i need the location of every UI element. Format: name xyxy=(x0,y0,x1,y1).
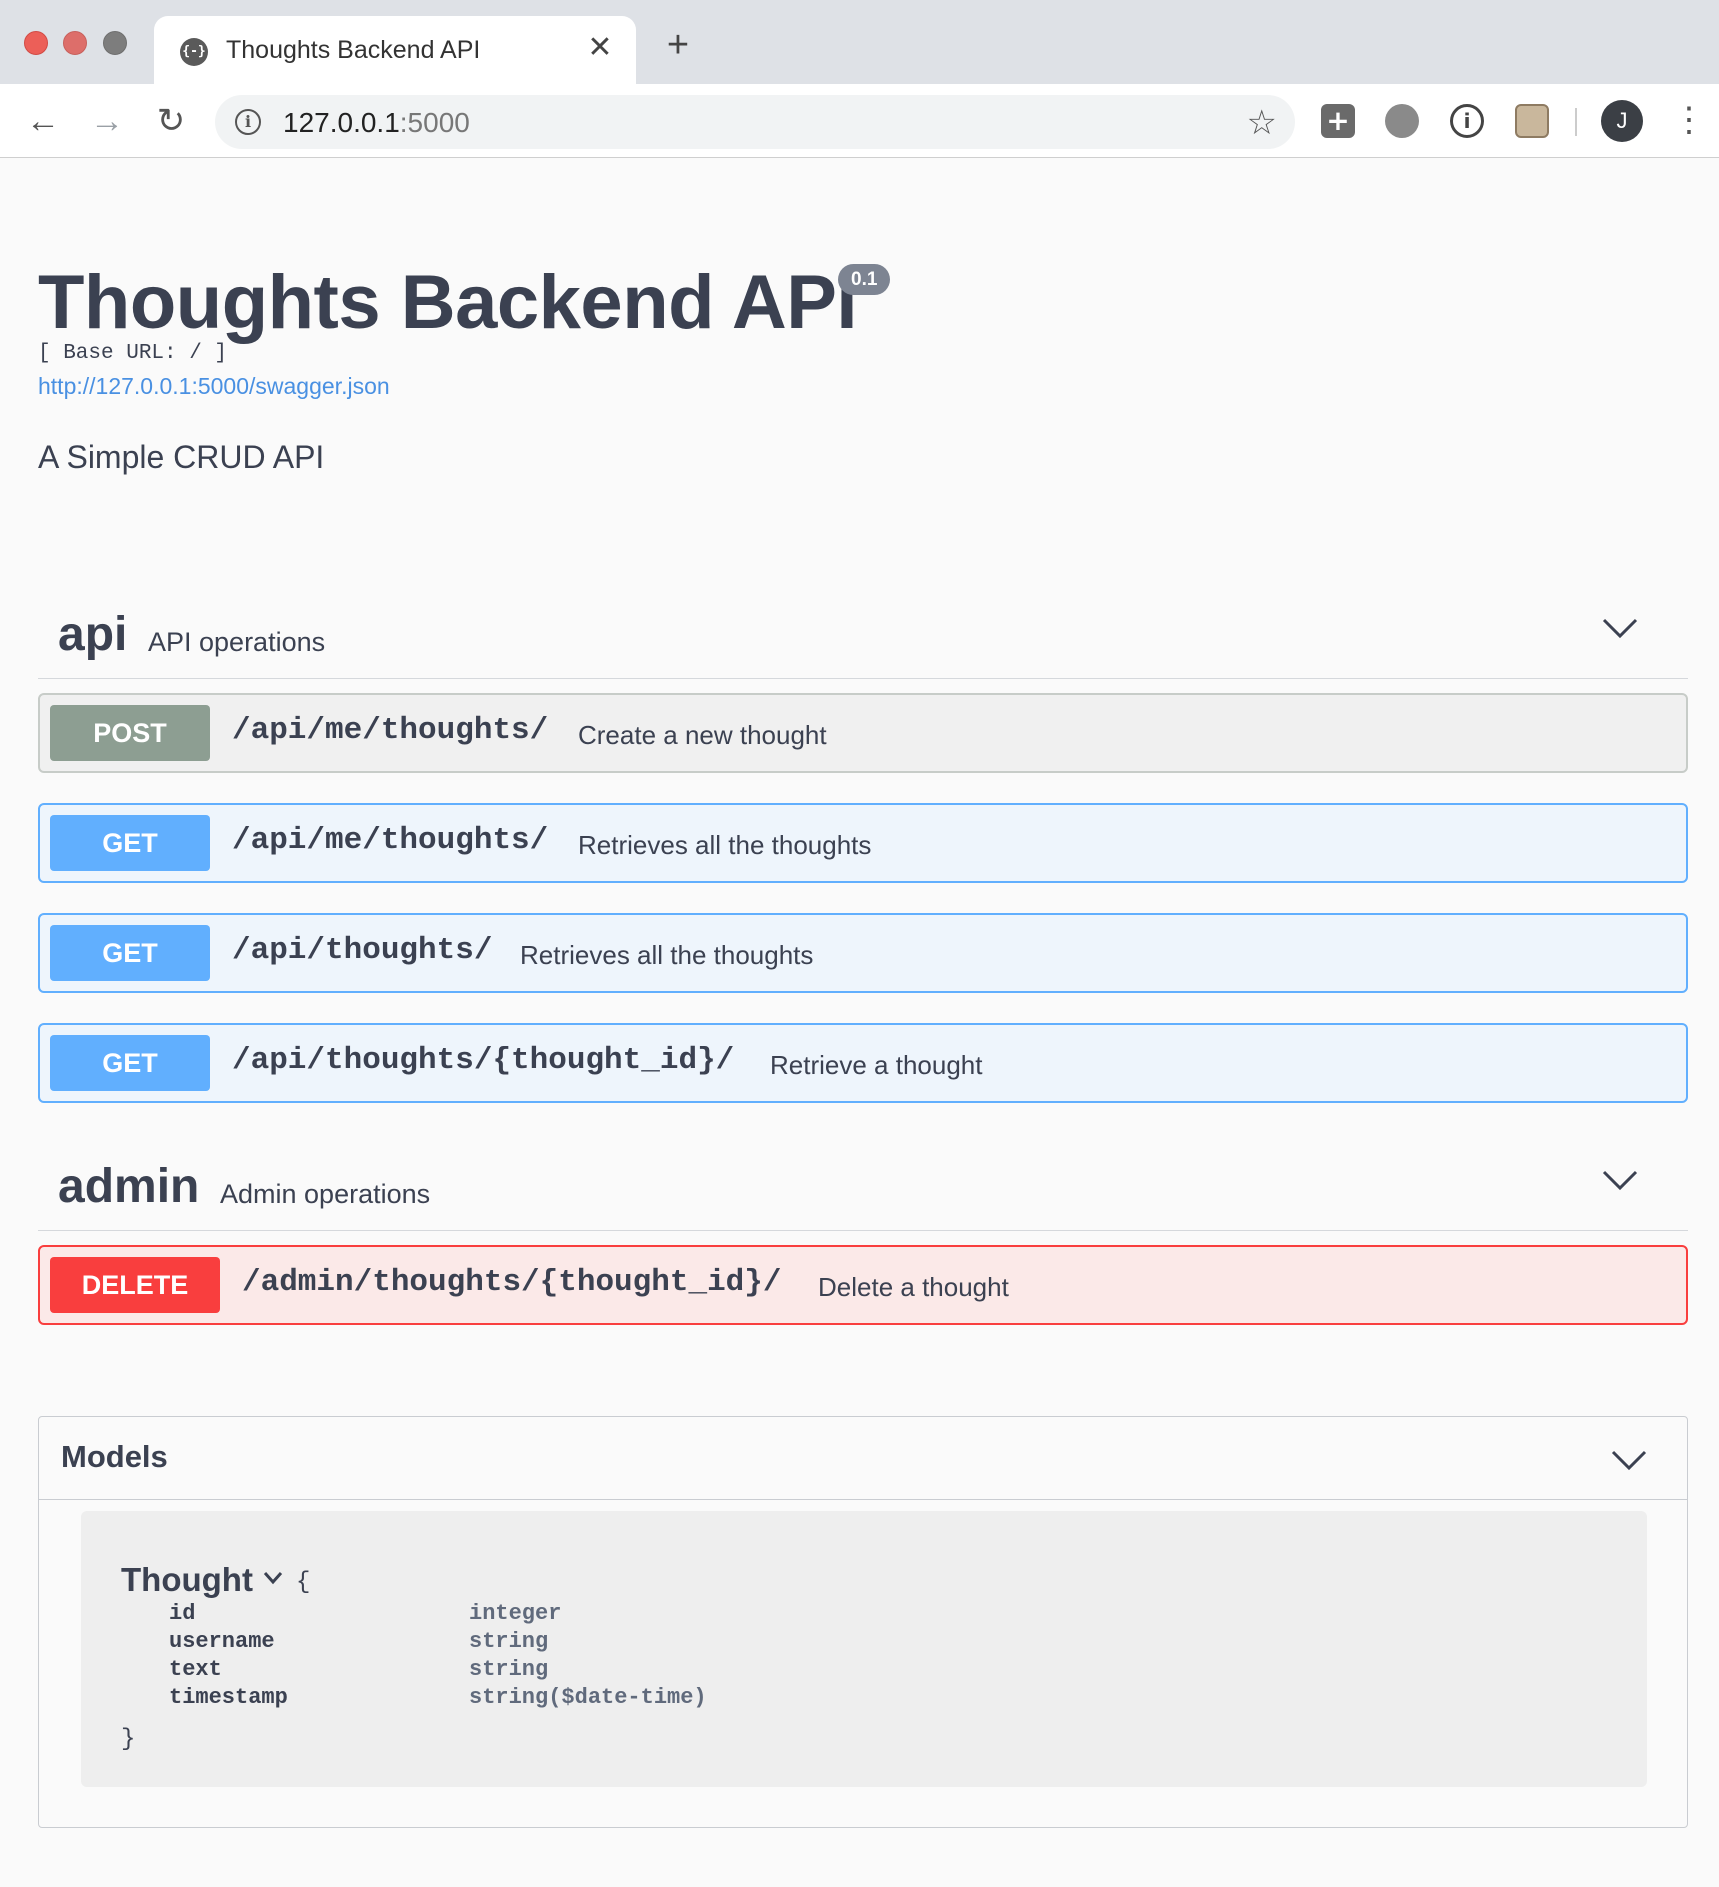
chevron-down-icon[interactable] xyxy=(263,1571,283,1585)
info-icon[interactable]: i xyxy=(235,109,261,135)
extension-globe-icon[interactable] xyxy=(1385,104,1419,138)
base-url: [ Base URL: / ] xyxy=(38,342,228,365)
property-name: timestamp xyxy=(169,1685,288,1710)
swagger-favicon-icon: {-} xyxy=(180,38,208,66)
model-property-row: id integer xyxy=(169,1601,969,1629)
tag-section-api[interactable]: api API operations xyxy=(38,585,1688,679)
toolbar-divider xyxy=(1575,108,1577,136)
property-name: username xyxy=(169,1629,275,1654)
operation-summary: Create a new thought xyxy=(578,720,827,750)
operation-path: /api/thoughts/ xyxy=(232,933,493,968)
browser-tabstrip: {-} Thoughts Backend API ✕ + xyxy=(0,0,1719,84)
operation-path: /admin/thoughts/{thought_id}/ xyxy=(242,1265,782,1300)
method-badge: GET xyxy=(50,1035,210,1091)
property-type: integer xyxy=(469,1601,562,1626)
models-header[interactable]: Models xyxy=(39,1417,1687,1500)
tag-description: API operations xyxy=(148,627,326,657)
tag-name: api xyxy=(58,608,128,661)
browser-toolbar: ← → ↻ i 127.0.0.1:5000 ☆ + i J ⋮ xyxy=(0,84,1719,158)
address-bar[interactable]: i 127.0.0.1:5000 ☆ xyxy=(215,95,1295,149)
operation-path: /api/thoughts/{thought_id}/ xyxy=(232,1043,735,1078)
model-open-brace: { xyxy=(296,1569,311,1596)
url-host: 127.0.0.1 xyxy=(283,107,400,138)
tag-section-admin[interactable]: admin Admin operations xyxy=(38,1137,1688,1231)
star-icon[interactable]: ☆ xyxy=(1247,103,1277,143)
reload-icon[interactable]: ↻ xyxy=(146,96,196,146)
operation-get-thought-by-id[interactable]: GET /api/thoughts/{thought_id}/ Retrieve… xyxy=(38,1023,1688,1103)
operation-get-thoughts[interactable]: GET /api/thoughts/ Retrieves all the tho… xyxy=(38,913,1688,993)
extension-robot-icon[interactable] xyxy=(1515,104,1549,138)
operation-delete-thought[interactable]: DELETE /admin/thoughts/{thought_id}/ Del… xyxy=(38,1245,1688,1325)
method-badge: GET xyxy=(50,815,210,871)
property-name: id xyxy=(169,1601,196,1626)
models-title: Models xyxy=(61,1439,168,1474)
property-type: string xyxy=(469,1657,549,1682)
url-text: 127.0.0.1:5000 xyxy=(283,107,470,139)
version-badge: 0.1 xyxy=(838,264,891,295)
tag-name: admin xyxy=(58,1160,200,1213)
operation-post-me-thoughts[interactable]: POST /api/me/thoughts/ Create a new thou… xyxy=(38,693,1688,773)
tab-title: Thoughts Backend API xyxy=(226,36,481,64)
window-minimize-button[interactable] xyxy=(63,31,87,55)
plus-icon[interactable]: + xyxy=(660,26,696,64)
forward-arrow-icon[interactable]: → xyxy=(82,96,132,146)
model-property-row: text string xyxy=(169,1657,969,1685)
model-thought: Thought { id integer username string tex… xyxy=(81,1511,1647,1787)
avatar[interactable]: J xyxy=(1601,100,1643,142)
swagger-page: Thoughts Backend API 0.1 [ Base URL: / ]… xyxy=(0,159,1719,1887)
models-section: Models Thought { id integer username str… xyxy=(38,1416,1688,1828)
chevron-down-icon[interactable] xyxy=(1602,1169,1638,1191)
page-title: Thoughts Backend API xyxy=(38,260,858,345)
chevron-down-icon[interactable] xyxy=(1611,1449,1647,1471)
model-property-row: timestamp string($date-time) xyxy=(169,1685,969,1713)
model-property-row: username string xyxy=(169,1629,969,1657)
model-name[interactable]: Thought xyxy=(121,1561,253,1599)
back-arrow-icon[interactable]: ← xyxy=(18,96,68,146)
extension-password-icon[interactable]: i xyxy=(1450,104,1484,138)
tag-description: Admin operations xyxy=(220,1179,431,1209)
browser-tab-active[interactable]: {-} Thoughts Backend API ✕ xyxy=(154,16,636,84)
operation-summary: Retrieve a thought xyxy=(770,1050,983,1080)
operation-summary: Retrieves all the thoughts xyxy=(520,940,814,970)
operation-path: /api/me/thoughts/ xyxy=(232,713,549,748)
chevron-down-icon[interactable] xyxy=(1602,617,1638,639)
property-type: string($date-time) xyxy=(469,1685,707,1710)
method-badge: POST xyxy=(50,705,210,761)
close-icon[interactable]: ✕ xyxy=(582,30,618,66)
operation-summary: Delete a thought xyxy=(818,1272,1009,1302)
extension-plus-icon[interactable]: + xyxy=(1321,104,1355,138)
api-description: A Simple CRUD API xyxy=(38,439,325,475)
operation-path: /api/me/thoughts/ xyxy=(232,823,549,858)
model-close-brace: } xyxy=(121,1726,136,1753)
method-badge: DELETE xyxy=(50,1257,220,1313)
operation-get-me-thoughts[interactable]: GET /api/me/thoughts/ Retrieves all the … xyxy=(38,803,1688,883)
spec-link[interactable]: http://127.0.0.1:5000/swagger.json xyxy=(38,373,390,400)
url-port: :5000 xyxy=(399,107,470,138)
property-name: text xyxy=(169,1657,222,1682)
window-maximize-button[interactable] xyxy=(103,31,127,55)
menu-icon[interactable]: ⋮ xyxy=(1672,100,1706,142)
operation-summary: Retrieves all the thoughts xyxy=(578,830,872,860)
window-close-button[interactable] xyxy=(24,31,48,55)
method-badge: GET xyxy=(50,925,210,981)
property-type: string xyxy=(469,1629,549,1654)
